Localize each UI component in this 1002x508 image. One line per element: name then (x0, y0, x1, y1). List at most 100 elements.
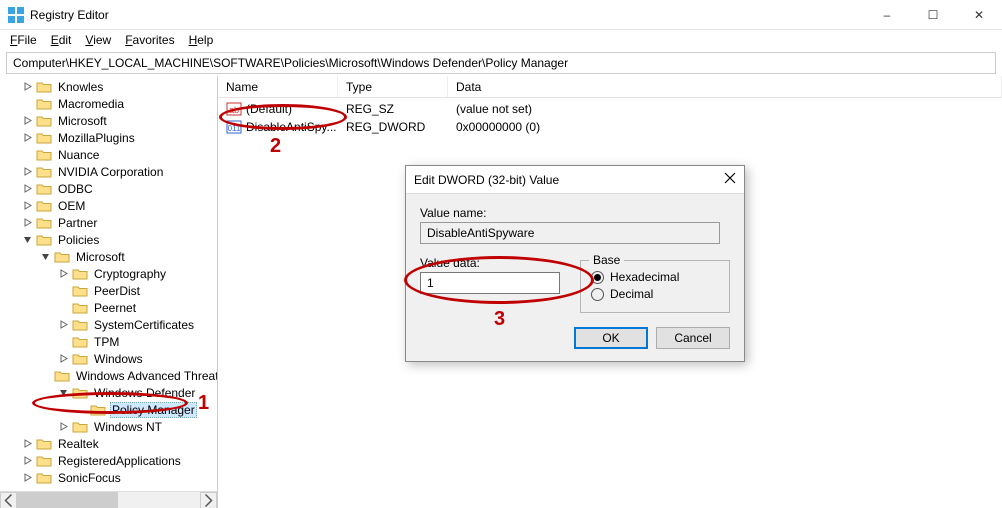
radio-decimal[interactable]: Decimal (591, 287, 719, 301)
tree-item-label: Windows Defender (92, 386, 197, 400)
tree-item[interactable]: Partner (0, 214, 217, 231)
dword-value-icon: 011 (226, 119, 242, 135)
tree-item[interactable]: Windows Defender (0, 384, 217, 401)
expander-closed-icon[interactable] (54, 422, 72, 431)
menu-view[interactable]: View (79, 31, 117, 49)
expander-closed-icon[interactable] (18, 184, 36, 193)
tree-item[interactable]: Realtek (0, 435, 217, 452)
menu-favorites[interactable]: Favorites (119, 31, 180, 49)
folder-icon (36, 233, 52, 247)
value-data-input[interactable] (420, 272, 560, 294)
menu-help[interactable]: Help (183, 31, 220, 49)
tree-item[interactable]: SystemCertificates (0, 316, 217, 333)
tree-item[interactable]: Microsoft (0, 112, 217, 129)
tree-item[interactable]: Macromedia (0, 95, 217, 112)
scroll-thumb[interactable] (17, 492, 118, 508)
scroll-track[interactable] (17, 492, 200, 508)
dialog-titlebar[interactable]: Edit DWORD (32-bit) Value (406, 166, 744, 194)
value-name: (Default) (246, 102, 292, 116)
column-type[interactable]: Type (338, 76, 448, 97)
tree-item[interactable]: MozillaPlugins (0, 129, 217, 146)
edit-dword-dialog: Edit DWORD (32-bit) Value Value name: Di… (405, 165, 745, 362)
radio-empty-icon (591, 288, 604, 301)
maximize-button[interactable]: ☐ (910, 0, 956, 30)
cancel-button[interactable]: Cancel (656, 327, 730, 349)
expander-open-icon[interactable] (18, 235, 36, 244)
folder-icon (36, 199, 52, 213)
value-row[interactable]: ab(Default)REG_SZ(value not set) (218, 100, 1002, 118)
menu-edit[interactable]: Edit (45, 31, 78, 49)
value-name: DisableAntiSpy... (246, 120, 337, 134)
folder-icon (72, 267, 88, 281)
tree-item[interactable]: Nuance (0, 146, 217, 163)
expander-closed-icon[interactable] (18, 167, 36, 176)
value-data: (value not set) (448, 102, 1002, 116)
minimize-button[interactable]: – (864, 0, 910, 30)
tree-item[interactable]: Peernet (0, 299, 217, 316)
expander-closed-icon[interactable] (18, 473, 36, 482)
value-type: REG_DWORD (338, 120, 448, 134)
tree-item[interactable]: Policy Manager (0, 401, 217, 418)
list-body[interactable]: ab(Default)REG_SZ(value not set)011Disab… (218, 98, 1002, 136)
svg-text:011: 011 (228, 124, 241, 133)
tree-horizontal-scrollbar[interactable] (0, 491, 217, 508)
folder-icon (36, 148, 52, 162)
scroll-right-button[interactable] (200, 492, 217, 508)
tree-item[interactable]: Cryptography (0, 265, 217, 282)
folder-icon (36, 97, 52, 111)
expander-open-icon[interactable] (54, 388, 72, 397)
address-input[interactable] (11, 55, 991, 71)
tree-item-label: OEM (56, 199, 87, 213)
tree-item[interactable]: ODBC (0, 180, 217, 197)
address-bar[interactable] (6, 52, 996, 74)
window-title: Registry Editor (30, 8, 864, 22)
expander-open-icon[interactable] (36, 252, 54, 261)
expander-closed-icon[interactable] (18, 116, 36, 125)
string-value-icon: ab (226, 101, 242, 117)
tree-item[interactable]: Knowles (0, 78, 217, 95)
value-data-label: Value data: (420, 256, 560, 270)
value-name-cell: 011 DisableAntiSpy... (218, 119, 338, 135)
tree-item[interactable]: Windows Advanced Threat Protection (0, 367, 217, 384)
tree-item[interactable]: Windows NT (0, 418, 217, 435)
expander-closed-icon[interactable] (18, 439, 36, 448)
expander-closed-icon[interactable] (18, 82, 36, 91)
tree-item[interactable]: TPM (0, 333, 217, 350)
tree-item-label: TPM (92, 335, 121, 349)
tree-item[interactable]: RegisteredApplications (0, 452, 217, 469)
dialog-title: Edit DWORD (32-bit) Value (414, 173, 706, 187)
radio-hexadecimal[interactable]: Hexadecimal (591, 270, 719, 284)
tree-item-label: PeerDist (92, 284, 142, 298)
window-buttons: – ☐ ✕ (864, 0, 1002, 30)
ok-button[interactable]: OK (574, 327, 648, 349)
tree-item-label: Cryptography (92, 267, 168, 281)
close-button[interactable]: ✕ (956, 0, 1002, 30)
column-data[interactable]: Data (448, 76, 1002, 97)
value-row[interactable]: 011DisableAntiSpy...REG_DWORD0x00000000 … (218, 118, 1002, 136)
tree-item-label: Windows NT (92, 420, 164, 434)
expander-closed-icon[interactable] (18, 133, 36, 142)
radio-dot-icon (591, 271, 604, 284)
menu-file[interactable]: FFile (4, 31, 43, 49)
tree-item-label: RegisteredApplications (56, 454, 183, 468)
tree-item[interactable]: NVIDIA Corporation (0, 163, 217, 180)
base-group-label: Base (589, 253, 624, 267)
scroll-left-button[interactable] (0, 492, 17, 508)
tree-item[interactable]: Policies (0, 231, 217, 248)
expander-closed-icon[interactable] (18, 218, 36, 227)
tree-item[interactable]: Microsoft (0, 248, 217, 265)
expander-closed-icon[interactable] (18, 201, 36, 210)
expander-closed-icon[interactable] (54, 354, 72, 363)
tree-item[interactable]: OEM (0, 197, 217, 214)
expander-closed-icon[interactable] (18, 456, 36, 465)
tree[interactable]: KnowlesMacromediaMicrosoftMozillaPlugins… (0, 76, 217, 491)
dialog-close-button[interactable] (706, 172, 736, 187)
expander-closed-icon[interactable] (54, 320, 72, 329)
tree-item[interactable]: PeerDist (0, 282, 217, 299)
dialog-body: Value name: DisableAntiSpyware Value dat… (406, 194, 744, 319)
tree-item[interactable]: SonicFocus (0, 469, 217, 486)
column-name[interactable]: Name (218, 76, 338, 97)
tree-item[interactable]: Windows (0, 350, 217, 367)
tree-item-label: Partner (56, 216, 99, 230)
expander-closed-icon[interactable] (54, 269, 72, 278)
